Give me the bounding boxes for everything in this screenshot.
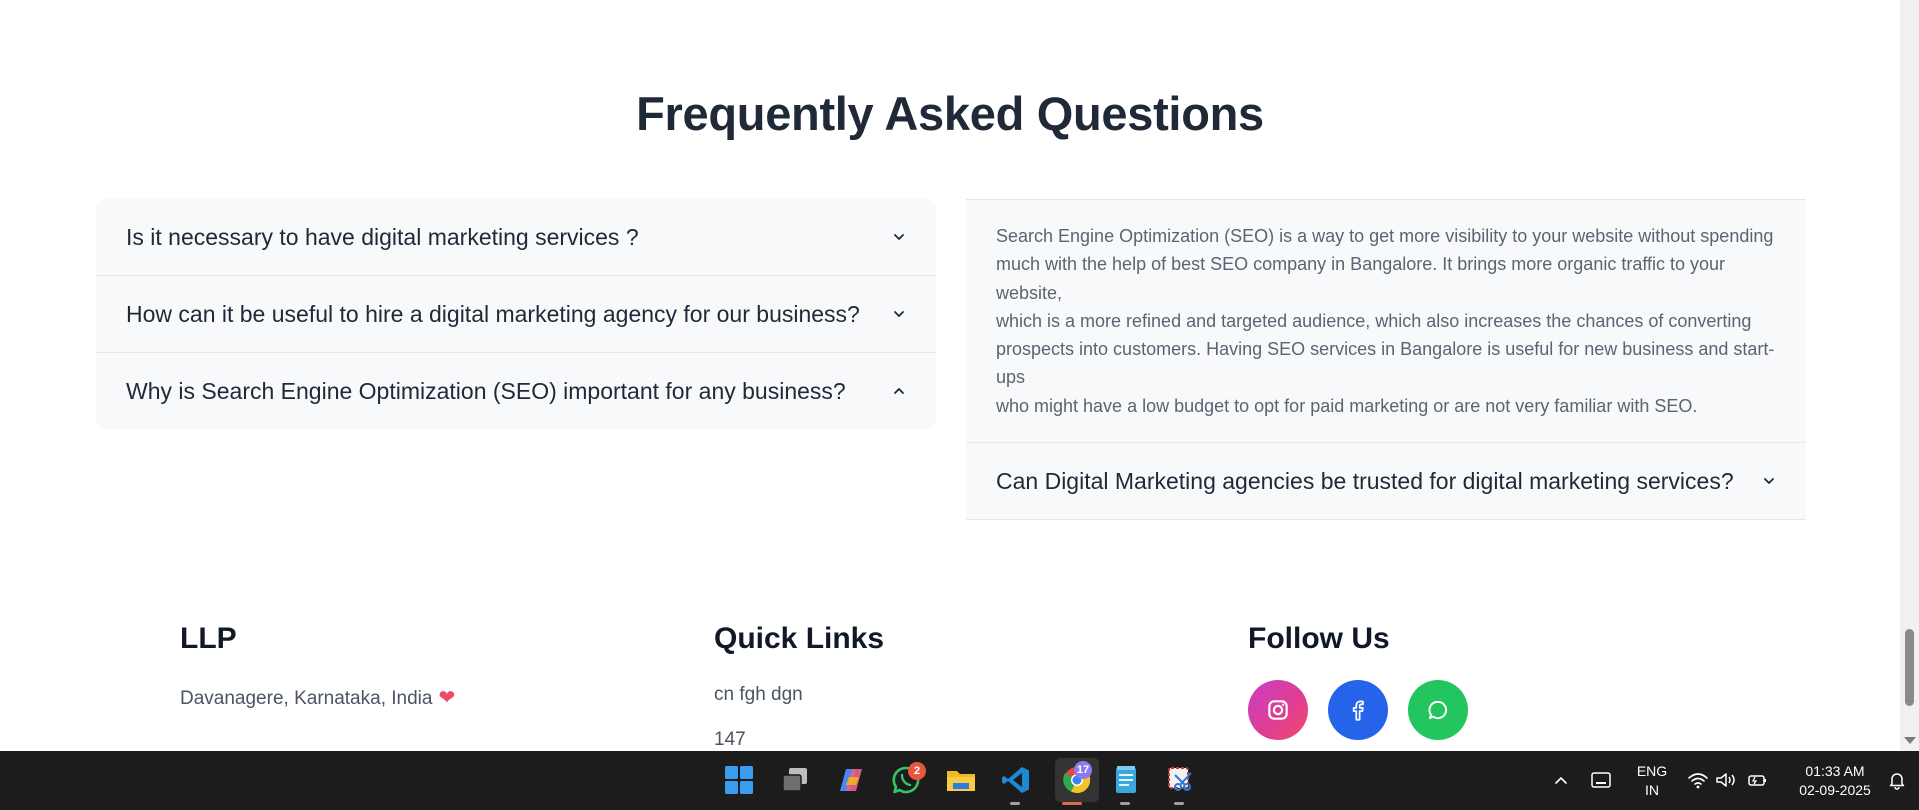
windows-start-icon[interactable] (723, 764, 755, 796)
chevron-down-icon (1762, 474, 1776, 488)
faq-item: Can Digital Marketing agencies be truste… (966, 443, 1806, 521)
whatsapp-badge: 2 (908, 762, 926, 780)
clock-date: 02-09-2025 (1799, 782, 1871, 798)
faq-answer-line: prospects into customers. Having SEO ser… (996, 339, 1775, 388)
language-line: ENG (1636, 763, 1668, 779)
notepad-icon[interactable] (1110, 764, 1142, 796)
footer-follow-heading: Follow Us (1248, 622, 1390, 655)
footer-quick-links-heading: Quick Links (714, 622, 885, 655)
volume-icon[interactable] (1713, 764, 1739, 796)
footer-follow-us: Follow Us (1248, 622, 1390, 656)
wifi-icon[interactable] (1685, 764, 1711, 796)
task-view-icon[interactable] (779, 764, 811, 796)
faq-question-text: Why is Search Engine Optimization (SEO) … (126, 377, 846, 404)
faq-item: Is it necessary to have digital marketin… (96, 199, 936, 276)
battery-icon[interactable] (1744, 764, 1770, 796)
instagram-icon (1268, 700, 1288, 720)
clock-time: 01:33 AM (1805, 763, 1865, 779)
chrome-active-indicator (1062, 802, 1082, 805)
chevron-up-icon (892, 384, 906, 398)
snipping-tool-running-indicator (1174, 802, 1184, 805)
language-line: IN (1645, 782, 1659, 798)
chrome-badge: 17 (1074, 761, 1092, 779)
taskbar: 2 17 ENG IN 01:33 AM 02-09-2025 (0, 751, 1919, 810)
faq-question-button[interactable]: Why is Search Engine Optimization (SEO) … (96, 353, 936, 429)
quick-link[interactable]: 147 (714, 729, 746, 751)
faq-column-left: Is it necessary to have digital marketin… (96, 199, 936, 429)
facebook-button[interactable] (1328, 680, 1388, 740)
faq-question-button[interactable]: Can Digital Marketing agencies be truste… (966, 443, 1806, 519)
vscode-running-indicator (1010, 802, 1020, 805)
chevron-down-icon (892, 307, 906, 321)
snipping-tool-icon[interactable] (1164, 764, 1196, 796)
instagram-button[interactable] (1248, 680, 1308, 740)
faq-column-right: Search Engine Optimization (SEO) is a wa… (966, 199, 1806, 521)
faq-question-button[interactable]: How can it be useful to hire a digital m… (96, 276, 936, 352)
faq-question-text: Is it necessary to have digital marketin… (126, 223, 639, 250)
faq-answer-line: much with the help of best SEO company i… (996, 254, 1726, 303)
touch-keyboard-icon[interactable] (1588, 764, 1614, 796)
file-explorer-icon[interactable] (945, 764, 977, 796)
faq-title: Frequently Asked Questions (636, 87, 1264, 140)
faq-question-text: Can Digital Marketing agencies be truste… (996, 467, 1734, 494)
footer-llp-heading: LLP (180, 622, 237, 655)
quick-link[interactable]: cn fgh dgn (714, 684, 803, 706)
footer-address: Davanagere, Karnataka, India ❤ (180, 685, 455, 710)
faq-answer-line: Search Engine Optimization (SEO) is a wa… (996, 226, 1774, 246)
heart-icon: ❤ (438, 687, 456, 709)
footer-address-text: Davanagere, Karnataka, India (180, 688, 433, 709)
scrollbar-thumb[interactable] (1905, 629, 1914, 706)
chevron-down-icon (892, 230, 906, 244)
clock[interactable]: 01:33 AM 02-09-2025 (1793, 762, 1877, 800)
notification-bell-icon[interactable] (1884, 764, 1910, 796)
facebook-icon (1352, 700, 1364, 721)
vscode-icon[interactable] (1000, 764, 1032, 796)
faq-question-text: How can it be useful to hire a digital m… (126, 300, 860, 327)
notepad-running-indicator (1120, 802, 1130, 805)
footer-llp: LLP (180, 622, 237, 656)
language-indicator[interactable]: ENG IN (1634, 762, 1670, 800)
faq-item: How can it be useful to hire a digital m… (96, 276, 936, 353)
faq-answer-line: which is a more refined and targeted aud… (996, 310, 1752, 331)
faq-question-button[interactable]: Is it necessary to have digital marketin… (96, 199, 936, 275)
faq-answer-panel: Search Engine Optimization (SEO) is a wa… (966, 199, 1806, 444)
whatsapp-button[interactable] (1408, 680, 1468, 740)
faq-answer-line: who might have a low budget to opt for p… (996, 395, 1698, 416)
footer-quick-links: Quick Links (714, 622, 884, 656)
copilot-icon[interactable] (835, 764, 867, 796)
whatsapp-icon (1428, 700, 1448, 720)
page-scrollbar[interactable] (1900, 0, 1919, 751)
scroll-down-arrow-icon[interactable] (1904, 737, 1916, 744)
faq-item: Why is Search Engine Optimization (SEO) … (96, 353, 936, 429)
page-viewport: Frequently Asked Questions Is it necessa… (0, 0, 1900, 751)
chevron-up-icon[interactable] (1549, 764, 1573, 796)
